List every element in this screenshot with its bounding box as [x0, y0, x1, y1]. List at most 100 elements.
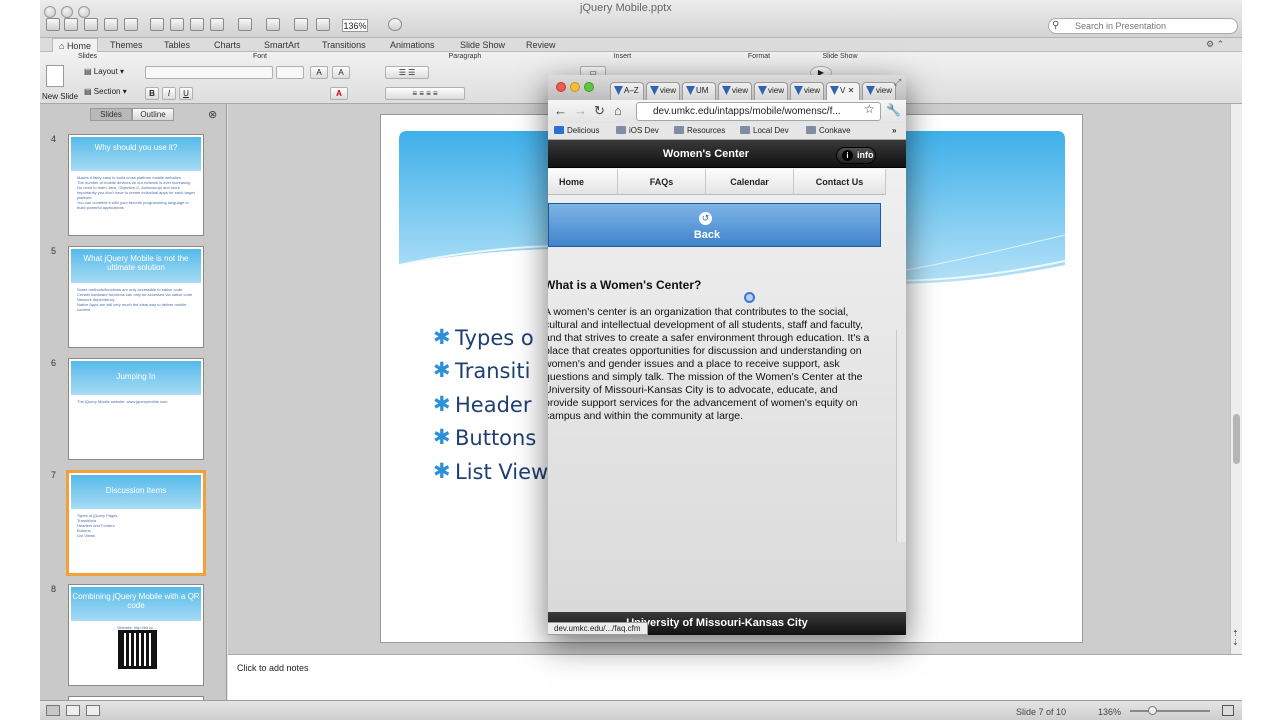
new-slide-label[interactable]: New Slide — [42, 92, 78, 101]
help-icon[interactable] — [388, 18, 402, 31]
slide-sorter-icon[interactable] — [66, 705, 80, 716]
normal-view-icon[interactable] — [46, 705, 60, 716]
bookmark-delicious[interactable]: Delicious — [554, 125, 599, 137]
print-icon[interactable] — [124, 18, 138, 31]
cut-icon[interactable] — [150, 18, 164, 31]
underline-button[interactable]: U — [179, 87, 193, 100]
open-icon[interactable] — [84, 18, 98, 31]
bold-button[interactable]: B — [145, 87, 159, 100]
tab-review[interactable]: Review — [520, 38, 562, 52]
font-size-field[interactable] — [276, 66, 304, 79]
browser-tab[interactable]: view — [862, 82, 896, 100]
new-icon[interactable] — [46, 18, 60, 31]
section-button[interactable]: ▤ Section ▾ — [84, 87, 127, 96]
bookmark-label: Resources — [687, 126, 726, 135]
reload-icon[interactable]: ↻ — [594, 103, 605, 119]
presenter-view-icon[interactable] — [86, 705, 100, 716]
nav-contact-us[interactable]: Contact Us — [794, 169, 886, 195]
font-name-field[interactable] — [145, 66, 273, 79]
browser-tab[interactable]: view — [718, 82, 752, 100]
slide-thumbnail-4[interactable]: Why should you use it? Makes it fairly e… — [68, 134, 204, 236]
media-icon[interactable] — [294, 18, 308, 31]
format-painter-icon[interactable] — [210, 18, 224, 31]
browser-tab[interactable]: view — [646, 82, 680, 100]
tab-tables[interactable]: Tables — [158, 38, 196, 52]
tab-animations[interactable]: Animations — [384, 38, 441, 52]
tab-charts[interactable]: Charts — [208, 38, 247, 52]
fullscreen-icon[interactable]: ⤢ — [894, 77, 901, 88]
tab-outline-view[interactable]: Outline — [132, 108, 174, 121]
tab-smartart[interactable]: SmartArt — [258, 38, 306, 52]
page-scrollbar[interactable] — [896, 330, 906, 542]
align-buttons[interactable]: ≡ ≡ ≡ ≡ — [385, 87, 465, 100]
back-button[interactable]: ↺ Back — [548, 203, 881, 247]
tab-slides-view[interactable]: Slides — [90, 108, 132, 121]
back-arrow-icon[interactable]: ← — [554, 103, 567, 118]
browser-zoom-button[interactable] — [584, 82, 594, 92]
nav-faqs[interactable]: FAQs — [618, 169, 706, 195]
save-icon[interactable] — [104, 18, 118, 31]
zoom-slider[interactable] — [1130, 710, 1210, 712]
shrink-font-button[interactable]: A — [332, 66, 350, 79]
thumb-bullet: No need to learn Java, Objective-C, Acti… — [77, 185, 195, 200]
info-button[interactable]: i info — [836, 147, 876, 164]
layout-button[interactable]: ▤ Layout ▾ — [84, 67, 124, 76]
tab-home[interactable]: ⌂ Home — [52, 38, 98, 52]
notes-pane[interactable]: Click to add notes — [228, 654, 1242, 700]
copy-icon[interactable] — [170, 18, 184, 31]
slide-thumbnail-6[interactable]: Jumping In The jQuery Mobile website: ww… — [68, 358, 204, 460]
nav-calendar[interactable]: Calendar — [706, 169, 794, 195]
slide-thumbnail-8[interactable]: Combining jQuery Mobile with a QR code W… — [68, 584, 204, 686]
grow-font-button[interactable]: A — [310, 66, 328, 79]
browser-tab-active[interactable]: V ✕ — [826, 82, 860, 100]
zoom-slider-thumb[interactable] — [1148, 706, 1157, 715]
home-icon[interactable]: ⌂ — [614, 103, 622, 118]
slide-thumbnail-5[interactable]: What jQuery Mobile is not the ultimate s… — [68, 246, 204, 348]
new-slide-icon[interactable] — [46, 65, 64, 87]
bookmark-resources[interactable]: Resources — [674, 125, 725, 137]
close-window-button[interactable] — [44, 6, 56, 18]
redo-icon[interactable] — [266, 18, 280, 31]
search-input[interactable]: Search in Presentation — [1048, 18, 1238, 34]
address-bar[interactable]: dev.umkc.edu/intapps/mobile/womensc/f... — [636, 102, 881, 121]
slide-thumbnail-7-selected[interactable]: Discussion Items Types of jQuery Pages T… — [66, 470, 206, 576]
bookmark-star-icon[interactable]: ☆ — [864, 102, 875, 116]
browser-tab[interactable]: A–Z — [610, 82, 644, 100]
status-bar: Slide 7 of 10 136% — [40, 700, 1242, 720]
browser-tab[interactable]: view — [790, 82, 824, 100]
undo-icon[interactable] — [238, 18, 252, 31]
font-color-button[interactable]: A — [330, 87, 348, 100]
bullets-button[interactable]: ☰ ☰ — [385, 66, 429, 79]
tab-slide-show[interactable]: Slide Show — [454, 38, 511, 52]
bookmark-conkave[interactable]: Conkave — [806, 125, 851, 137]
minimize-window-button[interactable] — [61, 6, 73, 18]
forward-arrow-icon[interactable]: → — [574, 103, 587, 118]
ribbon-settings-icon[interactable]: ⚙ ⌃ — [1206, 39, 1224, 50]
mobile-page-title: Women's Center — [662, 148, 750, 160]
bookmark-ios-dev[interactable]: iOS Dev — [616, 125, 659, 137]
bookmark-local-dev[interactable]: Local Dev — [740, 125, 789, 137]
wrench-icon[interactable]: 🔧 — [886, 103, 901, 117]
tab-transitions[interactable]: Transitions — [316, 38, 372, 52]
tab-themes[interactable]: Themes — [104, 38, 149, 52]
search-icon: ⚲ — [1052, 20, 1060, 31]
italic-button[interactable]: I — [162, 87, 176, 100]
fit-window-icon[interactable] — [1222, 705, 1234, 716]
scroll-thumb[interactable] — [1233, 414, 1240, 464]
show-icon[interactable] — [316, 18, 330, 31]
zoom-field[interactable]: 136% — [342, 19, 368, 32]
browser-tab[interactable]: UM — [682, 82, 716, 100]
paste-icon[interactable] — [190, 18, 204, 31]
nav-home[interactable]: Home — [548, 169, 618, 195]
browser-minimize-button[interactable] — [570, 82, 580, 92]
notes-placeholder[interactable]: Click to add notes — [237, 663, 309, 673]
slide-nav-arrows-icon[interactable]: ⇡ ⇣ — [1232, 629, 1239, 647]
thumb-body: Makes it fairly easy to build cross plat… — [77, 175, 197, 210]
zoom-window-button[interactable] — [78, 6, 90, 18]
browser-close-button[interactable] — [556, 82, 566, 92]
browser-tab[interactable]: view — [754, 82, 788, 100]
close-panel-icon[interactable]: ⊗ — [208, 108, 217, 121]
vertical-scrollbar[interactable]: ⇡ ⇣ — [1230, 104, 1242, 654]
more-bookmarks-icon[interactable]: » — [892, 125, 896, 137]
templates-icon[interactable] — [64, 18, 78, 31]
